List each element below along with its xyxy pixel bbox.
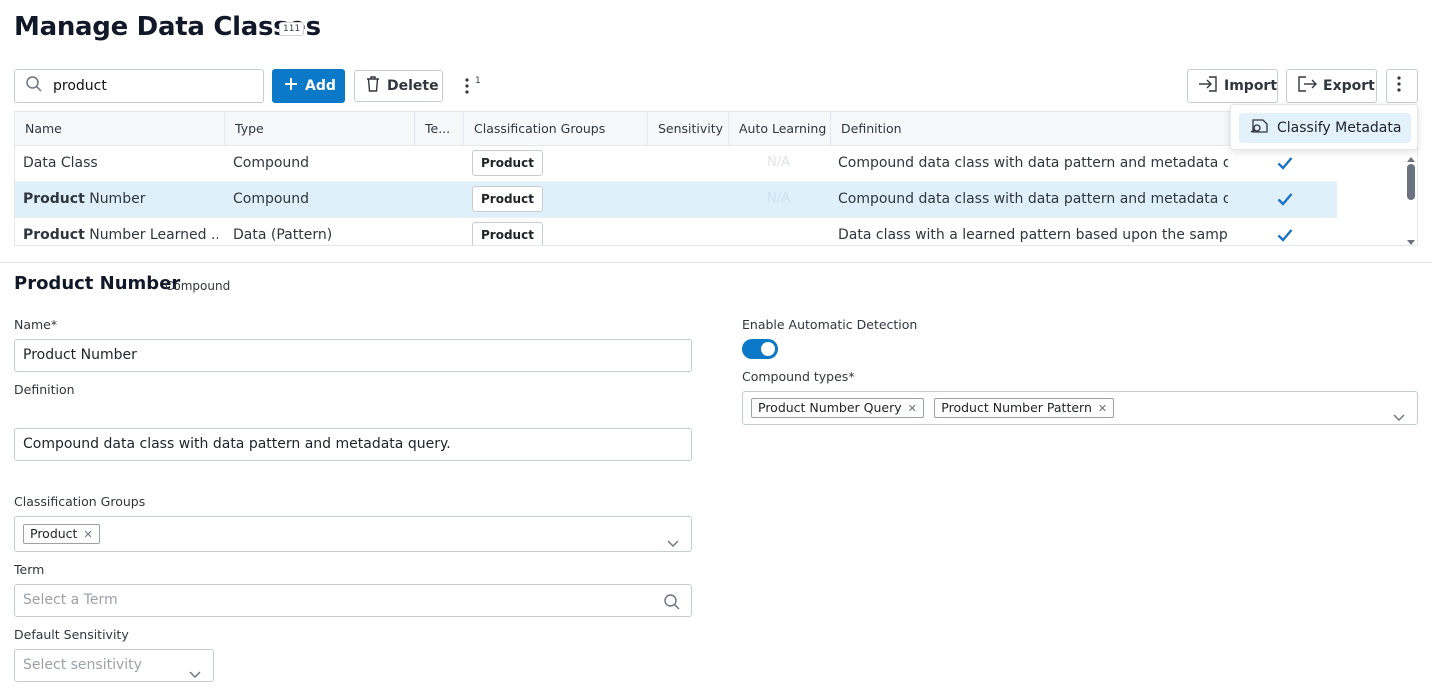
search-input[interactable] [51,77,251,95]
row-definition: Data class with a learned pattern based … [838,227,1228,243]
search-icon [25,75,43,97]
remove-tag-icon[interactable]: ✕ [908,402,917,415]
row-group-chip: Product [472,186,543,212]
toggle-knob [761,342,775,356]
name-label: Name* [14,317,58,332]
column-header-sensitivity[interactable]: Sensitivity [648,112,729,146]
delete-button-label: Delete [387,78,439,94]
row-group-chip: Product [472,222,543,245]
row-group-chip: Product [472,150,543,176]
term-label: Term [14,562,45,577]
kebab-icon [1396,75,1408,97]
overflow-menu: Classify Metadata [1230,104,1418,150]
classification-group-tag: Product ✕ [23,524,100,544]
row-definition: Compound data class with data pattern an… [838,155,1228,171]
detail-type: Compound [165,279,231,293]
search-box[interactable] [14,69,264,103]
default-sensitivity-select[interactable]: Select sensitivity [14,649,214,682]
term-field[interactable]: Select a Term [14,584,692,617]
table-scrollbar[interactable] [1405,146,1416,245]
chevron-down-icon[interactable] [1393,402,1405,424]
kebab-icon [458,78,476,100]
row-type: Compound [233,155,310,171]
export-button[interactable]: Export [1286,69,1377,103]
row-auto-learning: N/A [767,191,790,206]
import-button[interactable]: Import [1187,69,1278,103]
row-name: Data Class [23,155,98,171]
check-icon [1277,228,1293,245]
row-name: Product Number Learned ... [23,227,218,243]
overflow-menu-button[interactable] [1386,69,1418,103]
column-header-classification-groups[interactable]: Classification Groups [464,112,648,146]
compound-type-tag: Product Number Query ✕ [751,398,924,418]
export-button-label: Export [1323,78,1375,94]
column-header-type[interactable]: Type [225,112,415,146]
chevron-down-icon[interactable] [667,527,679,551]
classification-groups-label: Classification Groups [14,494,146,509]
remove-tag-icon[interactable]: ✕ [1098,402,1107,415]
remove-tag-icon[interactable]: ✕ [83,528,92,541]
row-type: Compound [233,191,310,207]
table-row[interactable]: Data Class Compound Product N/A Compound… [15,146,1337,182]
definition-label: Definition [14,382,75,397]
classify-icon [1249,117,1277,139]
row-auto-learning: N/A [767,155,790,170]
classify-metadata-menu-item[interactable]: Classify Metadata [1239,113,1411,143]
section-divider [0,262,1432,263]
import-icon [1198,75,1224,97]
more-actions-button[interactable] [458,76,476,96]
add-button[interactable]: Add [272,69,345,103]
compound-types-select[interactable]: Product Number Query ✕ Product Number Pat… [742,391,1418,425]
delete-button[interactable]: Delete [354,70,443,102]
chevron-down-icon [189,660,201,681]
page-title: Manage Data Classes [14,12,321,42]
classification-groups-select[interactable]: Product ✕ [14,516,692,552]
table-row[interactable]: Product Number Learned ... Data (Pattern… [15,218,1337,245]
column-header-term[interactable]: Te... [415,112,464,146]
check-icon [1277,156,1293,174]
search-icon[interactable] [663,592,681,616]
column-header-auto-learning[interactable]: Auto Learning [729,112,831,146]
data-classes-table: Name Type Te... Classification Groups Se… [14,111,1418,246]
scrollbar-thumb[interactable] [1407,164,1415,200]
count-badge: 111 [279,22,305,36]
column-header-name[interactable]: Name [15,112,225,146]
table-row[interactable]: Product Number Compound Product N/A Comp… [15,182,1337,218]
classify-metadata-label: Classify Metadata [1277,120,1402,136]
name-field[interactable]: Product Number [14,339,692,372]
plus-icon [283,76,305,96]
import-button-label: Import [1224,78,1278,94]
check-icon [1277,192,1293,210]
auto-detect-label: Enable Automatic Detection [742,317,918,332]
scroll-down-icon[interactable] [1406,234,1416,245]
definition-field[interactable]: Compound data class with data pattern an… [14,428,692,461]
more-actions-badge: 1 [475,76,481,86]
compound-types-label: Compound types* [742,369,855,384]
export-icon [1297,75,1323,97]
trash-icon [365,75,387,97]
default-sensitivity-label: Default Sensitivity [14,627,129,642]
compound-type-tag: Product Number Pattern ✕ [934,398,1115,418]
auto-detect-toggle[interactable] [742,339,778,359]
term-placeholder: Select a Term [23,592,118,608]
detail-title: Product Number [14,273,181,294]
add-button-label: Add [305,78,336,94]
sensitivity-placeholder: Select sensitivity [23,657,142,673]
row-type: Data (Pattern) [233,227,333,243]
row-definition: Compound data class with data pattern an… [838,191,1228,207]
row-name: Product Number [23,191,146,207]
table-header: Name Type Te... Classification Groups Se… [15,112,1417,146]
